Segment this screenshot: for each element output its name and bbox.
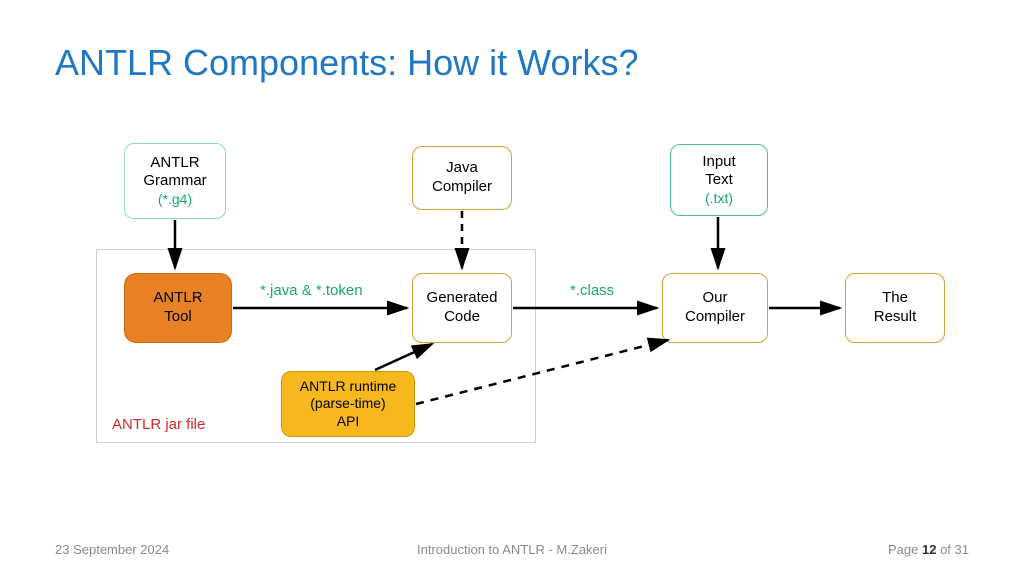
- node-result: The Result: [845, 273, 945, 343]
- page-prefix: Page: [888, 542, 922, 557]
- slide-footer: 23 September 2024 Introduction to ANTLR …: [0, 542, 1024, 562]
- edge-label-class: *.class: [570, 282, 614, 299]
- node-text: ANTLR: [153, 289, 202, 308]
- footer-title: Introduction to ANTLR - M.Zakeri: [0, 542, 1024, 557]
- node-input-text: Input Text (.txt): [670, 144, 768, 216]
- node-text: API: [337, 413, 360, 431]
- node-text: (parse-time): [310, 395, 385, 413]
- node-text: Generated: [427, 289, 498, 308]
- node-text: ANTLR runtime: [300, 378, 396, 396]
- page-current: 12: [922, 542, 936, 557]
- node-text: Tool: [164, 308, 192, 327]
- node-text: Code: [444, 308, 480, 327]
- node-antlr-tool: ANTLR Tool: [124, 273, 232, 343]
- edge-label-java-token: *.java & *.token: [260, 282, 363, 299]
- node-our-compiler: Our Compiler: [662, 273, 768, 343]
- jar-file-label: ANTLR jar file: [112, 416, 205, 433]
- node-text: Grammar: [143, 172, 206, 191]
- node-text: ANTLR: [150, 154, 199, 173]
- node-java-compiler: Java Compiler: [412, 146, 512, 210]
- node-text: Compiler: [685, 308, 745, 327]
- page-total: 31: [955, 542, 969, 557]
- page-of: of: [940, 542, 954, 557]
- node-antlr-grammar: ANTLR Grammar (*.g4): [124, 143, 226, 219]
- node-text: Result: [874, 308, 917, 327]
- node-generated-code: Generated Code: [412, 273, 512, 343]
- node-antlr-runtime: ANTLR runtime (parse-time) API: [281, 371, 415, 437]
- node-text: Java: [446, 159, 478, 178]
- node-text: The: [882, 289, 908, 308]
- node-text: Text: [705, 171, 733, 190]
- node-subtext: (.txt): [705, 190, 733, 208]
- node-text: Compiler: [432, 178, 492, 197]
- footer-page: Page 12 of 31: [888, 542, 969, 557]
- node-text: Input: [702, 153, 735, 172]
- node-subtext: (*.g4): [158, 191, 192, 209]
- node-text: Our: [702, 289, 727, 308]
- diagram-canvas: ANTLR jar file ANTLR Grammar (*.g4) Java…: [0, 0, 1024, 576]
